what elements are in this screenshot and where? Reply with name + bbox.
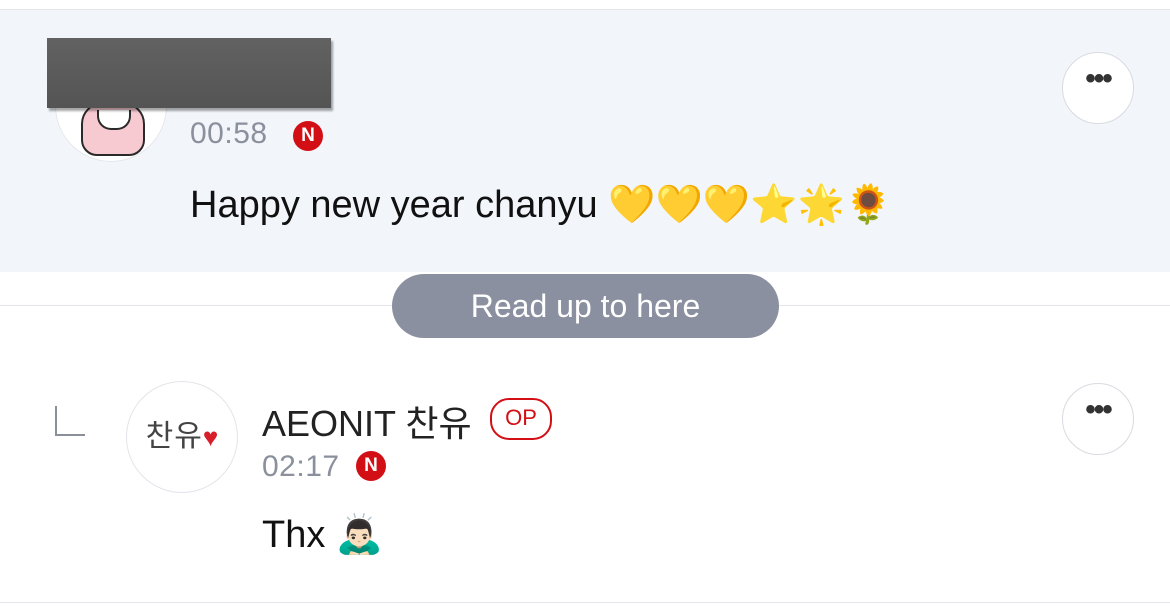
op-badge: OP [490, 398, 552, 440]
more-options-button[interactable]: ••• [1062, 383, 1134, 455]
comment-text: Thx 🙇🏻‍♂️ [262, 514, 384, 556]
avatar-signature: 찬유 [145, 419, 203, 454]
redacted-username [47, 38, 331, 108]
top-divider [0, 0, 1170, 10]
author-name[interactable]: AEONIT 찬유 [262, 395, 472, 447]
comment-timestamp: 02:17 [262, 450, 340, 483]
new-badge: N [293, 121, 323, 151]
read-up-to-here-marker: Read up to here [392, 274, 779, 338]
bottom-divider [0, 602, 1170, 603]
more-icon: ••• [1085, 393, 1112, 426]
reply-indent-icon [55, 406, 85, 436]
comment-text: Happy new year chanyu 💛💛💛⭐🌟🌻 [190, 184, 893, 226]
comment-timestamp: 00:58 [190, 117, 268, 150]
heart-icon: ♥ [202, 422, 219, 452]
new-badge: N [356, 451, 386, 481]
avatar[interactable]: 찬유♥ [126, 381, 238, 493]
more-icon: ••• [1085, 62, 1112, 95]
more-options-button[interactable]: ••• [1062, 52, 1134, 124]
